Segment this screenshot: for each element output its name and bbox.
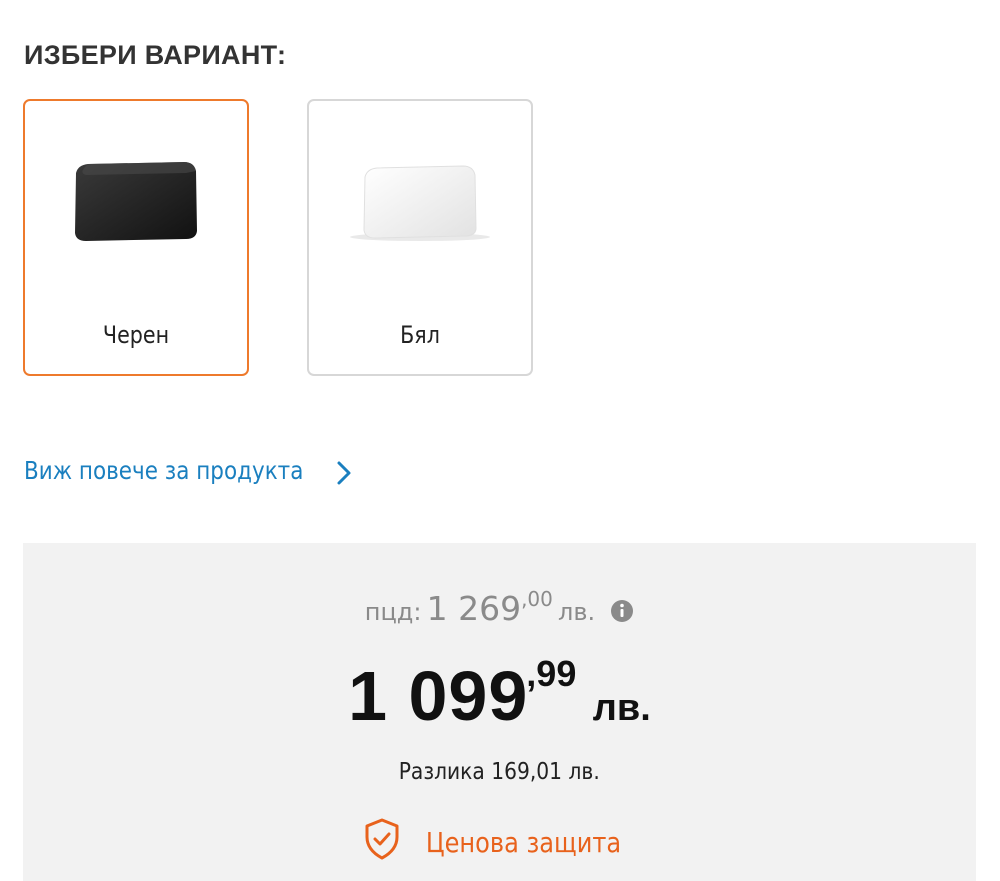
recommended-price: пцд: 1 269,00 лв. bbox=[23, 587, 976, 630]
current-price-decimal: ,99 bbox=[526, 653, 577, 694]
info-icon[interactable] bbox=[610, 599, 634, 627]
current-price-currency: лв. bbox=[592, 687, 651, 729]
variant-image-white-speaker bbox=[309, 101, 531, 301]
variant-label-black: Черен bbox=[102, 321, 170, 349]
recommended-price-currency: лв. bbox=[557, 598, 596, 626]
variant-heading: ИЗБЕРИ ВАРИАНТ: bbox=[24, 40, 287, 70]
variant-option-white[interactable]: Бял bbox=[307, 99, 533, 376]
recommended-price-decimal: ,00 bbox=[521, 587, 553, 611]
chevron-right-icon bbox=[336, 460, 352, 492]
current-price: 1 099,99 лв. bbox=[23, 653, 976, 736]
variant-option-black[interactable]: Черен bbox=[23, 99, 249, 376]
variant-label-white: Бял bbox=[400, 321, 440, 349]
recommended-price-label: пцд: bbox=[364, 598, 422, 626]
variant-image-black-speaker bbox=[25, 101, 247, 301]
view-more-product-link[interactable]: Виж повече за продукта bbox=[24, 456, 351, 485]
view-more-product-label: Виж повече за продукта bbox=[24, 456, 304, 485]
price-protection-label: Ценова защита bbox=[425, 826, 622, 859]
price-box: пцд: 1 269,00 лв. 1 099,99 лв. Разлика 1… bbox=[23, 543, 976, 881]
price-difference: Разлика 169,01 лв. bbox=[23, 759, 976, 785]
current-price-integer: 1 099 bbox=[348, 657, 529, 735]
variant-list: Черен Бял bbox=[23, 99, 533, 376]
price-protection-link[interactable]: Ценова защита bbox=[23, 817, 976, 868]
recommended-price-integer: 1 269 bbox=[426, 589, 522, 628]
price-difference-text: Разлика 169,01 лв. bbox=[398, 759, 601, 785]
shield-check-icon bbox=[362, 817, 402, 868]
